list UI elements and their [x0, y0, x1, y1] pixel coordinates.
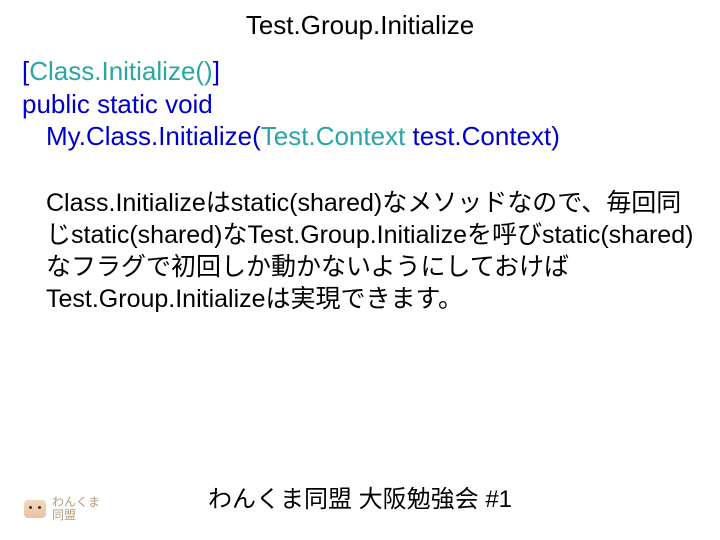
param-rest: test.Context): [405, 121, 560, 151]
method-signature: My.Class.Initialize(Test.Context test.Co…: [22, 120, 698, 153]
modifiers-line: public static void: [22, 88, 698, 121]
explanation-paragraph: Class.Initializeはstatic(shared)なメソッドなので、…: [22, 187, 698, 315]
footer-bar: わんくま同盟 大阪勉強会 #1: [0, 472, 720, 520]
bear-icon: [24, 500, 46, 518]
logo-line-1: わんくま: [52, 496, 100, 509]
footer-title: わんくま同盟 大阪勉強会 #1: [0, 479, 720, 514]
logo: わんくま 同盟: [24, 496, 100, 522]
spacer: [22, 153, 698, 187]
logo-text: わんくま 同盟: [52, 496, 100, 522]
slide: Test.Group.Initialize [Class.Initialize(…: [0, 0, 720, 540]
code-block: [Class.Initialize()] public static void …: [22, 55, 698, 153]
slide-title: Test.Group.Initialize: [22, 10, 698, 41]
param-type: Test.Context: [261, 121, 406, 151]
attribute-name: Class.Initialize(): [29, 56, 213, 86]
logo-line-2: 同盟: [52, 509, 100, 522]
bracket-close: ]: [213, 56, 220, 86]
attribute-line: [Class.Initialize()]: [22, 55, 698, 88]
method-prefix: My.Class.Initialize(: [46, 121, 261, 151]
